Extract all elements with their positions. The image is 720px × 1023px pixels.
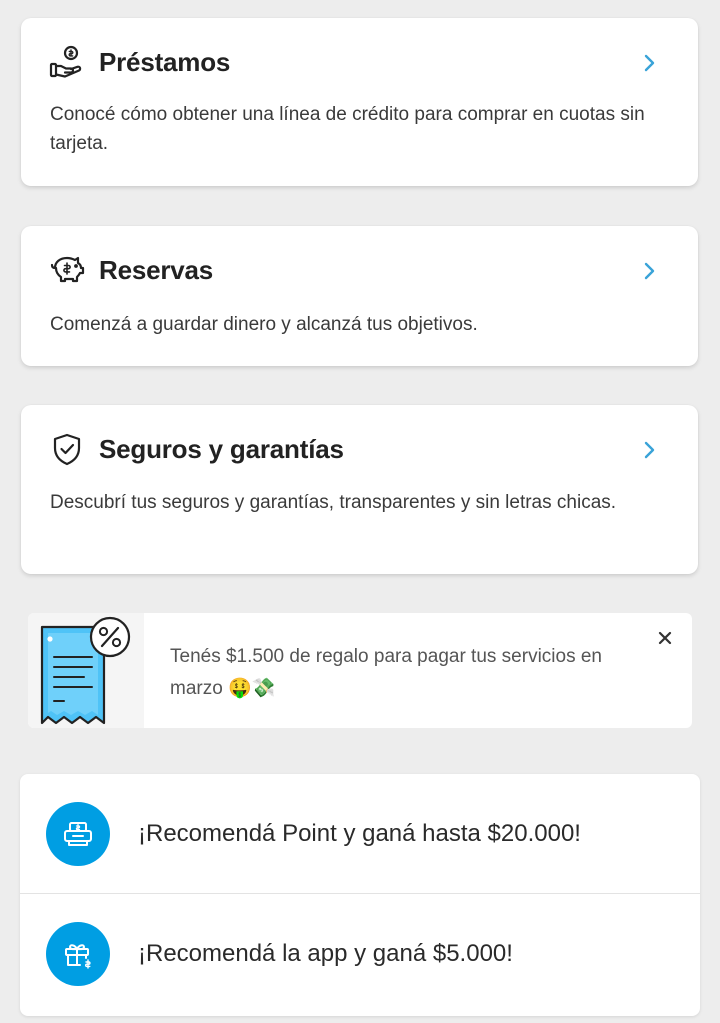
card-header: Reservas xyxy=(49,252,658,288)
gift-icon xyxy=(46,921,110,986)
refer-app-label: ¡Recomendá la app y ganá $5.000! xyxy=(138,939,513,967)
card-header: Préstamos xyxy=(49,44,658,80)
chevron-right-icon xyxy=(644,441,655,459)
card-description: Comenzá a guardar dinero y alcanzá tus o… xyxy=(50,314,478,335)
hand-coin-icon xyxy=(49,44,85,80)
refer-point-item[interactable]: ¡Recomendá Point y ganá hasta $20.000! xyxy=(20,774,700,893)
receipt-discount-illustration xyxy=(28,613,144,728)
promo-banner[interactable]: Tenés $1.500 de regalo para pagar tus se… xyxy=(28,613,692,728)
refer-app-item[interactable]: ¡Recomendá la app y ganá $5.000! xyxy=(20,894,700,1013)
card-reservas[interactable]: Reservas Comenzá a guardar dinero y alca… xyxy=(21,226,698,366)
shield-check-icon xyxy=(49,431,85,467)
card-title: Seguros y garantías xyxy=(99,433,344,464)
piggy-bank-icon xyxy=(49,252,85,288)
close-icon[interactable] xyxy=(654,627,676,649)
card-description: Conocé cómo obtener una línea de crédito… xyxy=(50,104,645,154)
card-title: Reservas xyxy=(99,254,214,285)
card-seguros[interactable]: Seguros y garantías Descubrí tus seguros… xyxy=(21,405,698,574)
chevron-right-icon xyxy=(644,262,655,280)
card-description: Descubrí tus seguros y garantías, transp… xyxy=(50,492,617,513)
chevron-right-icon xyxy=(644,54,655,72)
card-prestamos[interactable]: Préstamos Conocé cómo obtener una línea … xyxy=(21,18,698,186)
refer-list: ¡Recomendá Point y ganá hasta $20.000! ¡… xyxy=(20,774,700,1016)
promo-text: Tenés $1.500 de regalo para pagar tus se… xyxy=(170,646,602,699)
card-title: Préstamos xyxy=(99,46,231,77)
card-header: Seguros y garantías xyxy=(49,431,658,467)
point-device-icon xyxy=(46,801,110,866)
refer-point-label: ¡Recomendá Point y ganá hasta $20.000! xyxy=(138,819,581,847)
